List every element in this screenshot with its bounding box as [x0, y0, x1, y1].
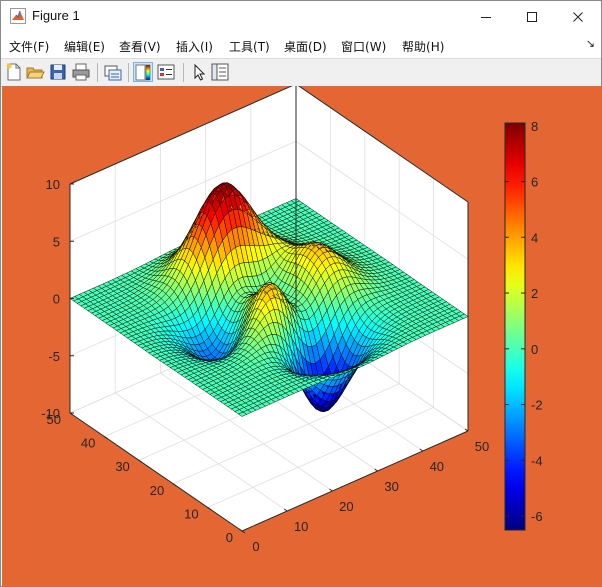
- title-bar[interactable]: Figure 1: [1, 1, 601, 32]
- menu-view[interactable]: 查看(V): [119, 38, 161, 55]
- toolbar-separator: [183, 63, 184, 82]
- x-tick-label: 50: [475, 439, 489, 454]
- close-button[interactable]: [555, 1, 601, 32]
- menu-edit[interactable]: 编辑(E): [64, 38, 105, 55]
- close-icon: [573, 11, 583, 22]
- minimize-button[interactable]: [463, 1, 509, 32]
- menu-desktop[interactable]: 桌面(D): [284, 38, 327, 55]
- menu-window[interactable]: 窗口(W): [341, 38, 386, 55]
- save-figure-icon[interactable]: [48, 62, 68, 82]
- edit-plot-pointer-icon[interactable]: [189, 62, 209, 82]
- link-plot-icon[interactable]: [103, 62, 123, 82]
- y-tick-label: 0: [226, 530, 233, 545]
- maximize-button[interactable]: [509, 1, 555, 32]
- figure-canvas[interactable]: 10 5 0 -5 -10 50 40 30 20 10 0 0 10 20 30 40 50 8 6 4 2 0 -2-…: [2, 86, 602, 587]
- colorbar-tick-label: 2: [531, 286, 538, 301]
- open-file-icon[interactable]: [25, 62, 45, 82]
- menu-help[interactable]: 帮助(H): [402, 38, 444, 55]
- colorbar-tick-label: 0: [531, 342, 538, 357]
- menu-overflow-arrow-icon[interactable]: ↘: [586, 37, 595, 50]
- y-tick-label: 30: [115, 459, 129, 474]
- colorbar-tick-label: 8: [531, 119, 538, 134]
- colorbar-tick-label: 4: [531, 230, 538, 245]
- z-tick-label: -5: [48, 349, 60, 364]
- legend-icon[interactable]: [156, 62, 176, 82]
- x-tick-label: 40: [430, 459, 444, 474]
- colorbar-tick-label: 6: [531, 175, 538, 190]
- z-tick-label: 10: [46, 177, 60, 192]
- window-title: Figure 1: [32, 8, 80, 23]
- y-tick-label: 20: [150, 483, 164, 498]
- colorbar-icon[interactable]: [133, 62, 153, 82]
- maximize-icon: [527, 11, 537, 22]
- figure-window: Figure 1 文件(F) 编辑(E) 查看(V) 插入(I) 工具(T) 桌…: [0, 0, 602, 587]
- toolbar-separator: [128, 63, 129, 82]
- menu-file[interactable]: 文件(F): [9, 38, 49, 55]
- y-tick-label: 50: [47, 412, 61, 427]
- colorbar-tick-label: -6: [531, 509, 543, 524]
- y-tick-label: 40: [81, 436, 95, 451]
- menu-insert[interactable]: 插入(I): [176, 38, 213, 55]
- menu-bar: 文件(F) 编辑(E) 查看(V) 插入(I) 工具(T) 桌面(D) 窗口(W…: [1, 34, 601, 56]
- print-figure-icon[interactable]: [71, 62, 91, 82]
- z-tick-label: 0: [53, 292, 60, 307]
- minimize-icon: [481, 16, 491, 18]
- x-tick-label: 10: [294, 519, 308, 534]
- figure-toolbar: [1, 58, 601, 87]
- x-tick-label: 30: [384, 479, 398, 494]
- new-figure-icon[interactable]: [4, 62, 24, 82]
- x-tick-label: 20: [339, 499, 353, 514]
- colorbar-tick-label: -2: [531, 398, 543, 413]
- x-tick-label: 0: [252, 539, 259, 554]
- y-tick-label: 10: [184, 506, 198, 521]
- surface-plot[interactable]: 1050-5-105040302010001020304050 86420-2-…: [2, 86, 602, 587]
- colorbar-tick-label: -4: [531, 453, 543, 468]
- property-inspector-icon[interactable]: [210, 62, 230, 82]
- matlab-logo-icon: [10, 8, 26, 24]
- toolbar-separator: [97, 63, 98, 82]
- z-tick-label: 5: [53, 234, 60, 249]
- colorbar-gradient: [504, 122, 526, 531]
- menu-tools[interactable]: 工具(T): [229, 38, 270, 55]
